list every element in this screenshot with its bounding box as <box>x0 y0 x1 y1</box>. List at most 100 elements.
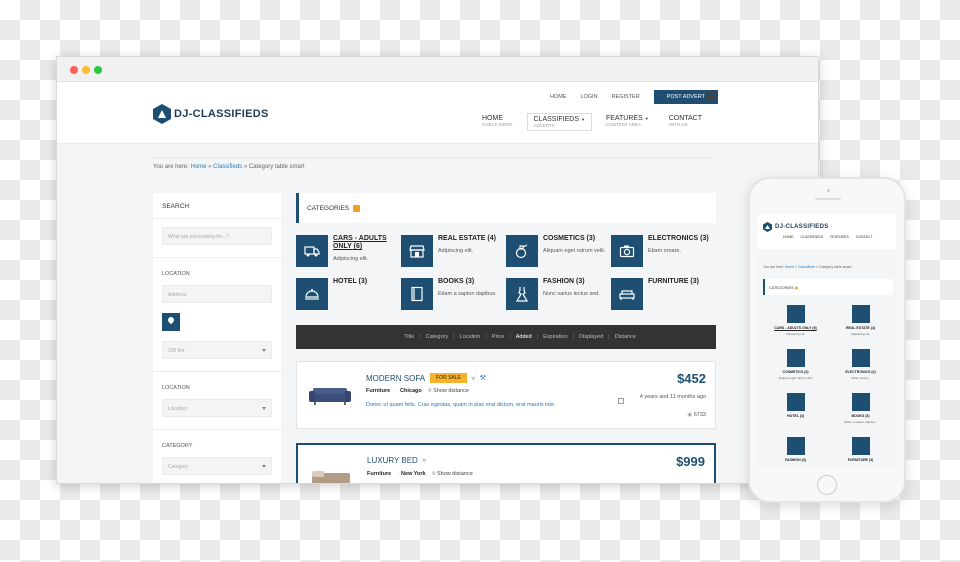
mobile-category[interactable]: COSMETICS (3) Aliquam eget rutrum velit. <box>763 349 828 385</box>
category-name[interactable]: FASHION (3) <box>763 458 828 462</box>
listing-category[interactable]: Furniture <box>366 388 390 394</box>
map-pin-button[interactable] <box>162 313 180 331</box>
breadcrumb-classifieds-link[interactable]: Classifieds <box>798 265 815 269</box>
listing-city[interactable]: Chicago <box>400 388 422 394</box>
hamburger-menu-icon[interactable] <box>706 92 715 100</box>
rss-icon[interactable]: ◼ <box>795 286 798 290</box>
rss-icon[interactable] <box>353 204 361 212</box>
mobile-nav-features[interactable]: FEATURES <box>830 235 848 239</box>
listing-meta: Furniture · New York ⌾ Show distance <box>367 471 473 478</box>
show-distance-link[interactable]: Show distance <box>437 471 473 477</box>
bed-thumbnail[interactable] <box>310 467 352 484</box>
show-distance-link[interactable]: Show distance <box>433 388 469 394</box>
browser-titlebar <box>57 57 818 82</box>
mainnav-item-classifieds[interactable]: CLASSIFIEDS ▼ ADVERTS <box>526 113 592 131</box>
location-select[interactable]: Location <box>162 399 272 417</box>
mobile-nav-home[interactable]: HOME <box>783 235 794 239</box>
category-name[interactable]: FURNITURE (3) <box>648 278 699 286</box>
topnav-login-link[interactable]: LOGIN <box>580 94 597 100</box>
divider <box>153 257 281 258</box>
breadcrumb-home-link[interactable]: Home <box>785 265 794 269</box>
category-name[interactable]: FURNITURE (3) <box>828 458 893 462</box>
category-name[interactable]: COSMETICS (3) <box>543 235 605 243</box>
mobile-nav-contact[interactable]: CONTACT <box>856 235 873 239</box>
mobile-category[interactable]: ELECTRONICS (3) Etiam ornare. <box>828 349 893 385</box>
category-name[interactable]: CARS - ADULTS ONLY (6) <box>763 326 828 330</box>
phone-mockup: DJ-CLASSIFIEDS HOME CLASSIFIEDS FEATURES… <box>748 177 906 503</box>
mobile-category[interactable]: REAL ESTATE (4) Adipiscing elit. <box>828 305 893 341</box>
category-fashion[interactable]: FASHION (3) Nunc varius lectus sed. <box>506 278 611 310</box>
category-name[interactable]: ELECTRONICS (3) <box>828 370 893 374</box>
maximize-dot-icon[interactable] <box>94 66 102 74</box>
separator-dot: · <box>397 471 400 477</box>
listing-city[interactable]: New York <box>401 471 426 477</box>
mobile-logo[interactable]: DJ-CLASSIFIEDS <box>763 222 829 232</box>
store-icon <box>401 235 433 267</box>
mobile-nav-classifieds[interactable]: CLASSIFIEDS <box>801 235 824 239</box>
wrench-icon[interactable]: ⚒ <box>480 374 486 382</box>
category-hotel[interactable]: HOTEL (3) <box>296 278 401 310</box>
topnav-home-link[interactable]: HOME <box>550 94 567 100</box>
sort-added[interactable]: Added <box>516 334 532 340</box>
minimize-dot-icon[interactable] <box>82 66 90 74</box>
listing-description[interactable]: Donec ut quam felis. Cras egestas, quam … <box>366 402 556 408</box>
search-input[interactable]: What are you looking for...? <box>162 227 272 245</box>
close-dot-icon[interactable] <box>70 66 78 74</box>
mobile-category[interactable]: CARS - ADULTS ONLY (6) Adipiscing elit. <box>763 305 828 341</box>
listing-title-link[interactable]: LUXURY BED <box>367 456 418 465</box>
divider <box>153 157 714 158</box>
listing-card[interactable]: LUXURY BED ♥ Furniture · New York ⌾ Show… <box>296 443 716 484</box>
breadcrumb-home-link[interactable]: Home <box>190 164 206 170</box>
sort-distance[interactable]: Distance <box>615 334 636 340</box>
category-name[interactable]: COSMETICS (3) <box>763 370 828 374</box>
sort-expiration[interactable]: Expiration <box>543 334 567 340</box>
mobile-breadcrumb: You are here: Home » Classifieds » Categ… <box>763 265 852 269</box>
category-name[interactable]: BOOKS (3) <box>438 278 497 286</box>
category-books[interactable]: BOOKS (3) Etiam a sapien dapibus. <box>401 278 506 310</box>
site-header: DJ-CLASSIFIEDS HOME LOGIN REGISTER POST … <box>57 82 818 144</box>
category-name[interactable]: CARS - ADULTS ONLY (6) <box>333 235 401 251</box>
heart-icon[interactable]: ♥ <box>422 456 427 465</box>
category-cars[interactable]: CARS - ADULTS ONLY (6) Adipiscing elit. <box>296 235 401 267</box>
sofa-thumbnail[interactable] <box>309 382 351 408</box>
site-logo[interactable]: DJ-CLASSIFIEDS <box>153 104 269 124</box>
mobile-category[interactable]: HOTEL (3) <box>763 393 828 429</box>
mobile-category[interactable]: FASHION (3) <box>763 437 828 469</box>
category-name[interactable]: BOOKS (3) <box>828 414 893 418</box>
category-cosmetics[interactable]: COSMETICS (3) Aliquam eget rutrum velit. <box>506 235 611 267</box>
category-name[interactable]: REAL ESTATE (4) <box>828 326 893 330</box>
category-name[interactable]: HOTEL (3) <box>763 414 828 418</box>
sort-displayed[interactable]: Displayed <box>579 334 603 340</box>
truck-icon <box>296 235 328 267</box>
category-electronics[interactable]: ELECTRONICS (3) Etiam ornare. <box>611 235 716 267</box>
phone-home-button[interactable] <box>817 475 837 495</box>
breadcrumb-classifieds-link[interactable]: Classifieds <box>213 164 242 170</box>
mobile-category[interactable]: BOOKS (3) Etiam a sapien dapibus. <box>828 393 893 429</box>
category-name[interactable]: ELECTRONICS (3) <box>648 235 709 243</box>
address-input[interactable]: Address <box>162 285 272 303</box>
breadcrumb-current: Category table smart <box>818 265 852 269</box>
camera-icon <box>611 235 643 267</box>
listing-title-link[interactable]: MODERN SOFA <box>366 374 425 383</box>
mainnav-item-contact[interactable]: CONTACT WITH US <box>663 113 708 131</box>
sort-category[interactable]: Category <box>426 334 448 340</box>
sort-location[interactable]: Location <box>460 334 481 340</box>
category-furniture[interactable]: FURNITURE (3) <box>611 278 716 310</box>
category-real-estate[interactable]: REAL ESTATE (4) Adipiscing elit. <box>401 235 506 267</box>
listing-category[interactable]: Furniture <box>367 471 391 477</box>
heart-icon[interactable]: ♥ <box>471 374 476 383</box>
mainnav-item-features[interactable]: FEATURES ▼ CONTENT AREA <box>600 113 655 131</box>
topnav-register-link[interactable]: REGISTER <box>612 94 640 100</box>
category-name[interactable]: REAL ESTATE (4) <box>438 235 496 243</box>
category-select[interactable]: Category <box>162 457 272 475</box>
sort-title[interactable]: Title <box>404 334 414 340</box>
sort-price[interactable]: Price <box>492 334 505 340</box>
listing-card[interactable]: MODERN SOFA FOR SALE ♥ ⚒ Furniture · Chi… <box>296 361 716 429</box>
mobile-category[interactable]: FURNITURE (3) <box>828 437 893 469</box>
mainnav-item-home[interactable]: HOME CHECK MORE <box>476 113 519 131</box>
chevron-down-icon <box>262 407 266 410</box>
category-name[interactable]: FASHION (3) <box>543 278 600 286</box>
radius-select[interactable]: 100 km <box>162 341 272 359</box>
sort-separator: | <box>453 334 455 340</box>
category-name[interactable]: HOTEL (3) <box>333 278 367 286</box>
